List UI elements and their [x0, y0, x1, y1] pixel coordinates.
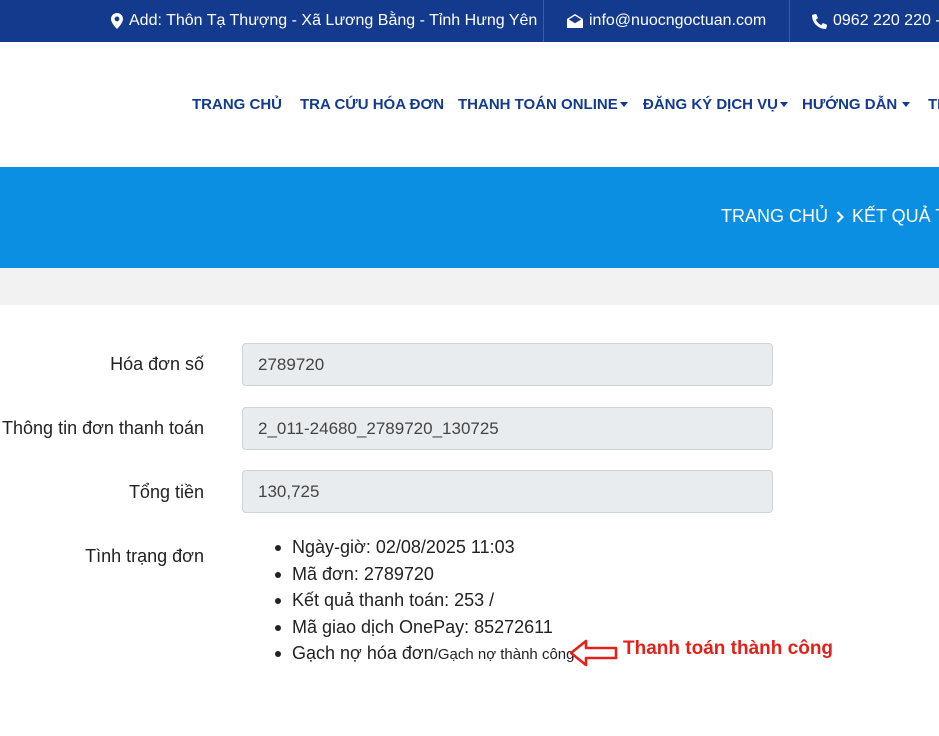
- total-amount-value: 130,725: [258, 481, 320, 501]
- success-annotation: Thanh toán thành công: [623, 638, 834, 659]
- payment-info-value: 2_011-24680_2789720_130725: [258, 418, 499, 438]
- list-item: Kết quả thanh toán: 253 /: [274, 588, 574, 615]
- list-item: Gạch nợ hóa đơn/Gạch nợ thành công: [274, 641, 574, 668]
- nav-item-truncated[interactable]: TI: [928, 96, 939, 113]
- nav-item-label: ĐĂNG KÝ DỊCH VỤ: [643, 96, 779, 113]
- payment-info-label: Thông tin đơn thanh toán: [2, 418, 204, 438]
- phone-link[interactable]: 0962 220 220 -: [833, 12, 939, 30]
- status-transaction-id: Mã giao dịch OnePay: 85272611: [292, 616, 553, 637]
- left-arrow-icon: [569, 639, 618, 667]
- status-payment-result: Kết quả thanh toán: 253 /: [292, 590, 495, 610]
- nav-item-service-registration[interactable]: ĐĂNG KÝ DỊCH VỤ: [643, 96, 789, 113]
- nav-item-invoice-lookup[interactable]: TRA CỨU HÓA ĐƠN: [300, 96, 444, 113]
- phone-item[interactable]: 0962 220 220 -: [812, 0, 939, 42]
- status-debit-result: /Gạch nợ thành công: [433, 646, 575, 663]
- caret-down-icon: [619, 102, 628, 107]
- chevron-right-icon: [836, 210, 844, 223]
- order-status-list: Ngày-giờ: 02/08/2025 11:03 Mã đơn: 27897…: [274, 535, 574, 668]
- list-item: Mã đơn: 2789720: [274, 562, 574, 589]
- list-item: Mã giao dịch OnePay: 85272611: [274, 615, 574, 642]
- invoice-number-label: Hóa đơn số: [110, 354, 204, 374]
- section-divider: [0, 268, 939, 305]
- invoice-number-field[interactable]: 2789720: [242, 343, 773, 386]
- caret-down-icon: [780, 102, 789, 107]
- address-item: Add: Thôn Tạ Thượng - Xã Lương Bằng - Tỉ…: [111, 0, 537, 42]
- invoice-number-value: 2789720: [258, 354, 325, 374]
- nav-item-label: TRA CỨU HÓA ĐƠN: [300, 96, 445, 113]
- payment-info-field[interactable]: 2_011-24680_2789720_130725: [242, 407, 773, 450]
- breadcrumb-home-link[interactable]: TRANG CHỦ: [721, 206, 828, 227]
- total-amount-label: Tổng tiền: [128, 482, 204, 502]
- page-banner: TRANG CHỦ KẾT QUẢ TH: [0, 167, 939, 268]
- email-link[interactable]: info@nuocngoctuan.com: [589, 12, 766, 30]
- breadcrumb-current: KẾT QUẢ TH: [852, 206, 939, 226]
- email-item[interactable]: info@nuocngoctuan.com: [567, 0, 766, 42]
- nav-item-guide[interactable]: HƯỚNG DẪN: [802, 96, 911, 113]
- nav-item-home[interactable]: TRANG CHỦ: [192, 96, 282, 113]
- caret-down-icon: [902, 102, 911, 107]
- order-status-label: Tình trạng đơn: [85, 546, 204, 566]
- main-navbar: TRANG CHỦ TRA CỨU HÓA ĐƠN THANH TOÁN ONL…: [0, 42, 939, 167]
- phone-icon: [812, 13, 827, 29]
- nav-item-label: TI: [928, 96, 939, 113]
- address-text: Add: Thôn Tạ Thượng - Xã Lương Bằng - Tỉ…: [129, 12, 538, 29]
- envelope-open-icon: [567, 14, 583, 28]
- list-item: Ngày-giờ: 02/08/2025 11:03: [274, 535, 574, 562]
- total-amount-field[interactable]: 130,725: [242, 470, 773, 513]
- status-debit-prefix: Gạch nợ hóa đơn: [292, 643, 434, 663]
- nav-item-online-payment[interactable]: THANH TOÁN ONLINE: [458, 96, 628, 113]
- topbar-divider: [543, 0, 544, 42]
- map-marker-icon: [111, 13, 123, 29]
- nav-item-label: HƯỚNG DẪN: [802, 96, 898, 113]
- nav-item-label: TRANG CHỦ: [192, 96, 282, 113]
- topbar-divider: [789, 0, 790, 42]
- top-contact-bar: Add: Thôn Tạ Thượng - Xã Lương Bằng - Tỉ…: [0, 0, 939, 42]
- breadcrumb: TRANG CHỦ KẾT QUẢ TH: [721, 206, 939, 227]
- status-order-id: Mã đơn: 2789720: [292, 563, 434, 584]
- status-datetime: Ngày-giờ: 02/08/2025 11:03: [292, 537, 515, 557]
- nav-item-label: THANH TOÁN ONLINE: [458, 96, 618, 113]
